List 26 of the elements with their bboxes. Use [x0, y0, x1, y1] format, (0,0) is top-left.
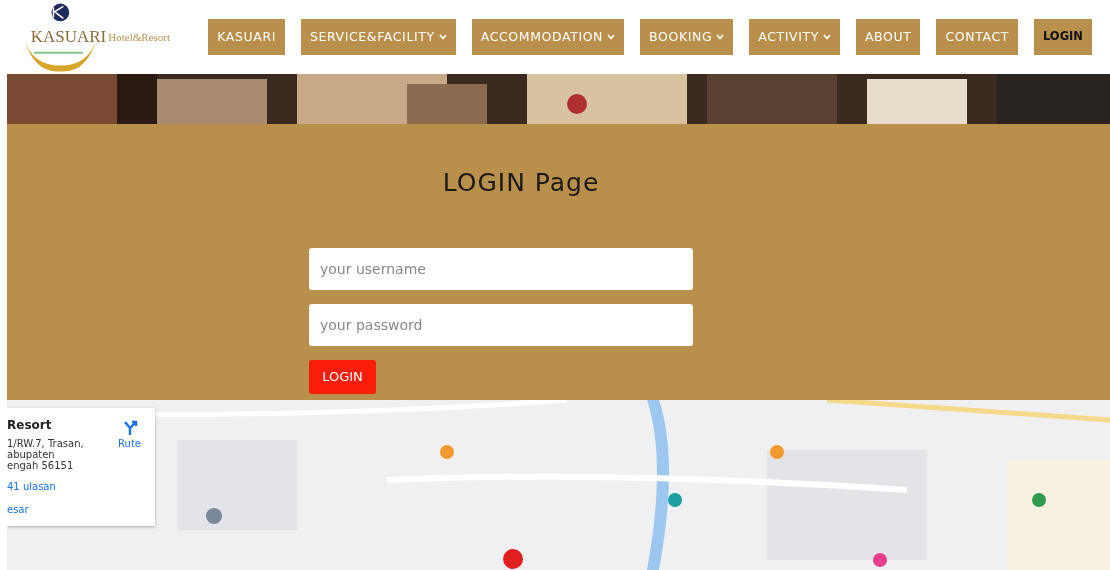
password-field[interactable]: your password	[309, 304, 693, 346]
menu-item[interactable]: SERVICE&FACILITY	[300, 19, 456, 55]
directions-button[interactable]: Rute	[118, 420, 141, 526]
reviews-link[interactable]: 41 ulasan	[7, 479, 119, 494]
address-line: 1/RW.7, Trasan,	[7, 438, 85, 449]
chevron-down-icon	[607, 34, 616, 40]
address-line: abupaten	[7, 449, 56, 460]
chevron-down-icon	[716, 34, 725, 40]
username-field[interactable]: your username	[309, 248, 693, 290]
menu-item[interactable]: LOGIN	[1033, 19, 1092, 55]
chevron-down-icon	[822, 34, 831, 40]
menu-item[interactable]: KASUARI	[208, 19, 285, 55]
menu-item[interactable]: ACTIVITY	[749, 19, 840, 55]
place-name: Resort	[7, 417, 53, 434]
menu-item[interactable]: CONTACT	[936, 19, 1018, 55]
login-button[interactable]: LOGIN	[309, 360, 376, 394]
logo-tagline: Hotel&Resort	[108, 29, 170, 45]
address-line: engah 56151	[7, 460, 75, 471]
menu-item[interactable]: ACCOMMODATION	[471, 19, 625, 55]
directions-icon	[121, 420, 138, 436]
menu-item[interactable]: ABOUT	[855, 19, 921, 55]
page-title: LOGIN Page	[442, 168, 600, 198]
chevron-down-icon	[438, 34, 447, 40]
menu-item[interactable]: BOOKING	[640, 19, 734, 55]
logo-text: KASUARI	[30, 28, 107, 46]
larger-map-link[interactable]: esar	[7, 502, 119, 517]
